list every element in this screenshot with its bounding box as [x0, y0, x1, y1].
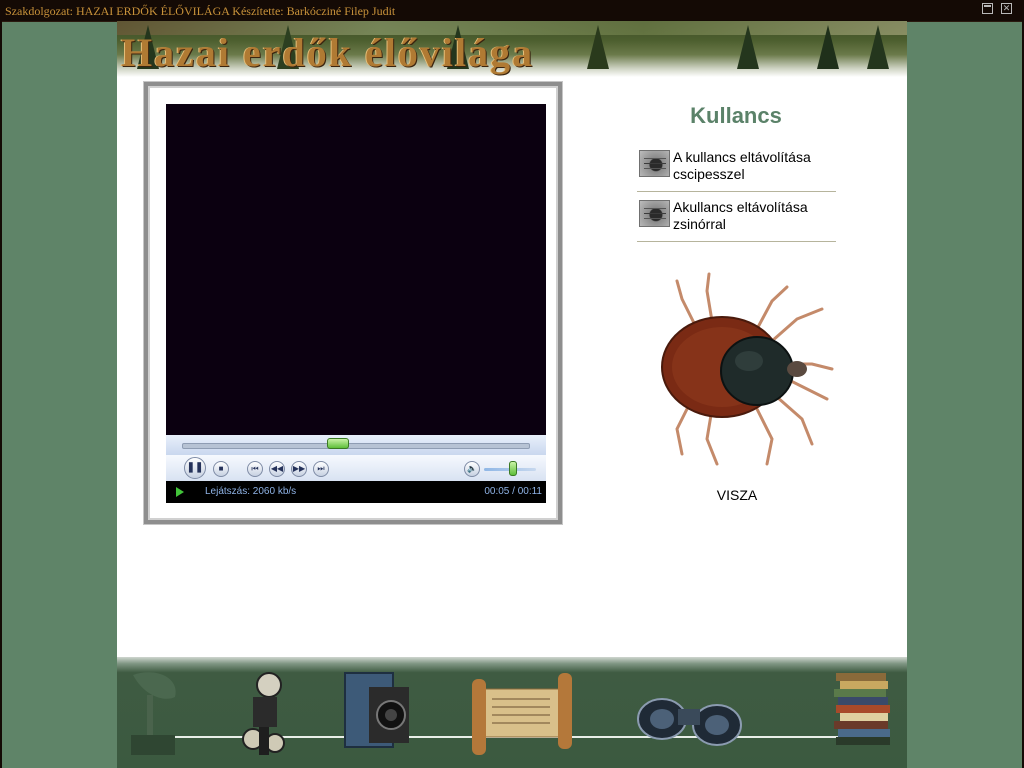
volume-thumb[interactable]: [508, 461, 517, 476]
video-link-label[interactable]: A kullancs eltávolítása cscipesszel: [673, 149, 833, 183]
seek-bar[interactable]: [182, 443, 530, 449]
back-link[interactable]: VISZA: [687, 487, 787, 503]
title-bar: Szakdolgozat: HAZAI ERDŐK ÉLŐVILÁGA Kész…: [0, 0, 1024, 22]
banner-tree: [587, 25, 609, 69]
seek-thumb[interactable]: [326, 438, 349, 449]
playback-time: 00:05 / 00:11: [484, 486, 542, 497]
gramophone-icon[interactable]: [125, 667, 185, 762]
content-panel: Hazai erdők élővilága ❚❚ ■ ⏮ ◀◀ ▶▶ ⏭ 🔈 L…: [117, 21, 907, 768]
window-frame-left: [0, 21, 2, 768]
player-controls: ❚❚ ■ ⏮ ◀◀ ▶▶ ⏭ 🔈: [166, 455, 546, 481]
maximize-button[interactable]: [982, 3, 993, 14]
video-display[interactable]: [166, 104, 546, 435]
banner-title: Hazai erdők élővilága: [121, 30, 535, 75]
header-banner: Hazai erdők élővilága: [117, 21, 907, 77]
video-link-string[interactable]: Akullancs eltávolítása zsinórral: [637, 192, 836, 242]
video-link-label[interactable]: Akullancs eltávolítása zsinórral: [673, 199, 833, 233]
rewind-button[interactable]: ◀◀: [269, 461, 285, 477]
close-button[interactable]: ✕: [1001, 3, 1012, 14]
camera-icon[interactable]: [339, 667, 419, 757]
banner-tree: [737, 25, 759, 69]
pause-button[interactable]: ❚❚: [184, 457, 206, 479]
next-button[interactable]: ⏭: [313, 461, 329, 477]
scroll-icon[interactable]: [462, 671, 582, 761]
video-thumbnail-icon[interactable]: [639, 200, 670, 227]
player-status-bar: Lejátszás: 2060 kb/s 00:05 / 00:11: [166, 481, 546, 503]
previous-button[interactable]: ⏮: [247, 461, 263, 477]
fast-forward-button[interactable]: ▶▶: [291, 461, 307, 477]
play-status-icon: [176, 487, 184, 497]
window-title: Szakdolgozat: HAZAI ERDŐK ÉLŐVILÁGA Kész…: [5, 4, 396, 18]
topic-title: Kullancs: [690, 103, 782, 128]
film-projector-icon[interactable]: [239, 669, 299, 759]
books-icon[interactable]: [832, 669, 897, 764]
banner-tree: [817, 25, 839, 69]
bottom-strip: [117, 657, 907, 768]
seek-bar-area: [166, 435, 546, 455]
mute-button[interactable]: 🔈: [464, 461, 480, 477]
banner-tree: [867, 25, 889, 69]
video-link-tweezers[interactable]: A kullancs eltávolítása cscipesszel: [637, 142, 836, 192]
video-player: ❚❚ ■ ⏮ ◀◀ ▶▶ ⏭ 🔈 Lejátszás: 2060 kb/s 00…: [144, 82, 562, 524]
playback-status: Lejátszás: 2060 kb/s: [205, 486, 297, 497]
tick-image: [661, 272, 834, 466]
video-thumbnail-icon[interactable]: [639, 150, 670, 177]
binoculars-icon[interactable]: [632, 685, 747, 760]
stop-button[interactable]: ■: [213, 461, 229, 477]
